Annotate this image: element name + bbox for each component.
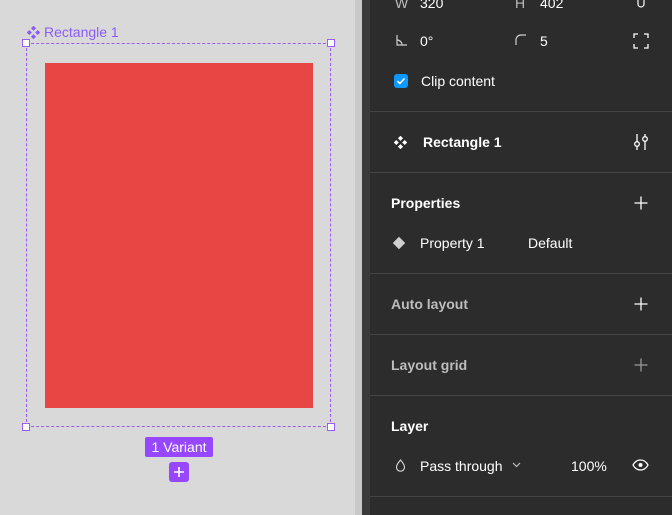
- divider: [370, 111, 672, 112]
- rotation-icon: [396, 35, 407, 46]
- divider: [370, 496, 672, 497]
- divider: [370, 334, 672, 335]
- component-name[interactable]: Rectangle 1: [423, 133, 502, 151]
- clip-content-checkbox[interactable]: [394, 74, 408, 88]
- property-value[interactable]: Default: [528, 234, 572, 252]
- properties-panel: W 320 H 402 0° 5 Clip content Rectangle …: [370, 0, 672, 515]
- variant-property-icon: [392, 236, 406, 250]
- chevron-down-icon[interactable]: [512, 462, 521, 468]
- properties-heading: Properties: [391, 195, 461, 211]
- divider: [370, 395, 672, 396]
- layer-opacity-value[interactable]: 100%: [571, 457, 607, 475]
- corner-radius-icon: [515, 34, 526, 45]
- independent-corners-icon[interactable]: [633, 33, 649, 49]
- resize-handle-bottom-left[interactable]: [22, 423, 30, 431]
- property-name[interactable]: Property 1: [420, 234, 485, 252]
- height-label: H: [515, 0, 526, 11]
- eye-icon[interactable]: [632, 459, 649, 471]
- add-auto-layout-icon[interactable]: [634, 297, 648, 311]
- frame-label[interactable]: Rectangle 1: [27, 24, 119, 40]
- blend-mode-select[interactable]: Pass through: [420, 457, 503, 475]
- divider: [370, 273, 672, 274]
- auto-layout-heading: Auto layout: [391, 296, 468, 312]
- resize-handle-top-left[interactable]: [22, 39, 30, 47]
- component-icon: [27, 25, 40, 39]
- component-settings-icon[interactable]: [632, 133, 650, 151]
- height-value[interactable]: 402: [540, 0, 563, 12]
- divider: [370, 172, 672, 173]
- component-icon: [394, 136, 407, 149]
- design-canvas[interactable]: Rectangle 1 1 Variant: [0, 0, 355, 515]
- layer-heading: Layer: [391, 418, 429, 434]
- constrain-proportions-icon[interactable]: [635, 0, 647, 9]
- resize-handle-top-right[interactable]: [327, 39, 335, 47]
- blend-mode-icon: [395, 459, 406, 472]
- variant-count-pill[interactable]: 1 Variant: [145, 437, 213, 457]
- corner-radius-value[interactable]: 5: [540, 32, 548, 50]
- add-variant-button[interactable]: [169, 462, 189, 482]
- frame-label-text: Rectangle 1: [44, 24, 119, 40]
- layout-grid-heading: Layout grid: [391, 357, 468, 373]
- clip-content-label: Clip content: [421, 73, 495, 89]
- width-label: W: [395, 0, 409, 11]
- panel-divider[interactable]: [355, 0, 370, 515]
- checkmark-icon: [396, 77, 406, 85]
- red-rectangle[interactable]: [45, 63, 313, 408]
- rotation-value[interactable]: 0°: [420, 32, 433, 50]
- resize-handle-bottom-right[interactable]: [327, 423, 335, 431]
- plus-icon: [174, 467, 184, 477]
- add-layout-grid-icon[interactable]: [634, 358, 648, 372]
- width-value[interactable]: 320: [420, 0, 443, 12]
- add-property-icon[interactable]: [634, 196, 648, 210]
